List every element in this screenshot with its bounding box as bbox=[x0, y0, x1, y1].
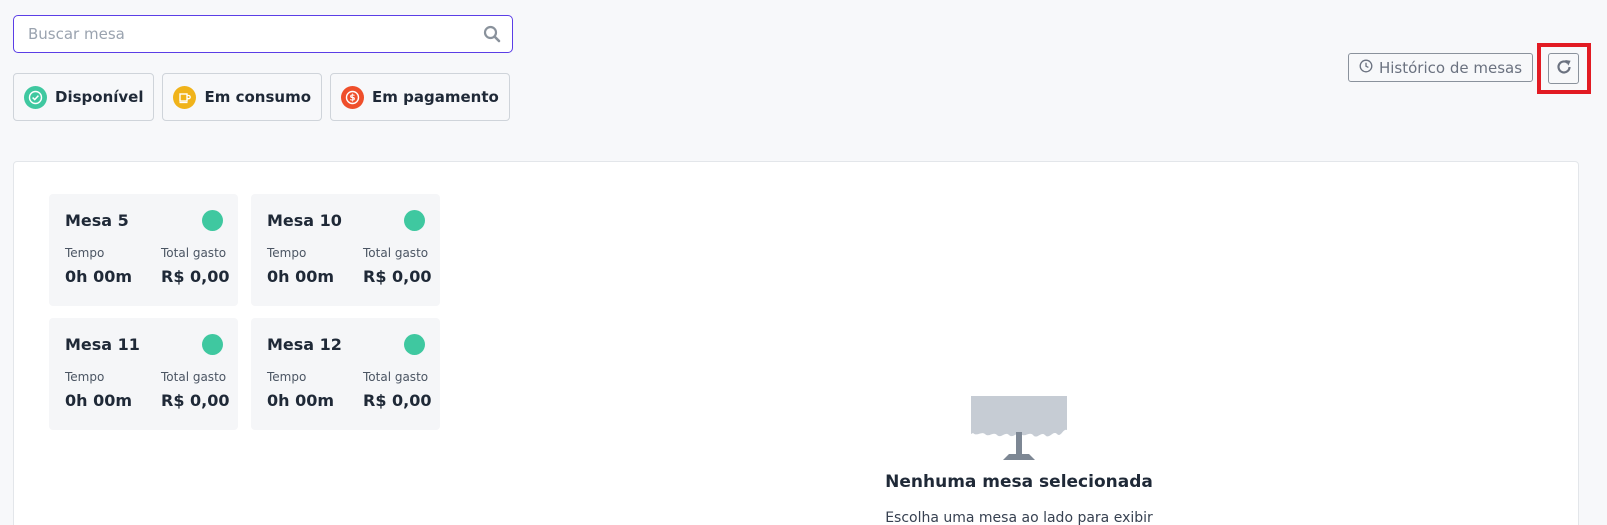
time-value: 0h 00m bbox=[267, 391, 335, 410]
table-name: Mesa 10 bbox=[267, 211, 342, 230]
check-circle-icon bbox=[24, 85, 47, 109]
history-button-label: Histórico de mesas bbox=[1378, 58, 1523, 77]
empty-state-subtitle: Escolha uma mesa ao lado para exibir bbox=[885, 510, 1153, 525]
table-illustration-icon bbox=[969, 396, 1069, 466]
table-card-mesa-12[interactable]: Mesa 12 Tempo Total gasto 0h 00m R$ 0,00 bbox=[251, 318, 440, 430]
table-name: Mesa 11 bbox=[65, 335, 140, 354]
status-dot bbox=[404, 334, 425, 355]
table-name: Mesa 5 bbox=[65, 211, 129, 230]
filter-paying-label: Em pagamento bbox=[372, 88, 499, 106]
spent-label: Total gasto bbox=[161, 246, 227, 260]
coffee-cup-icon bbox=[173, 85, 197, 109]
spent-value: R$ 0,00 bbox=[363, 267, 432, 286]
spent-value: R$ 0,00 bbox=[161, 267, 230, 286]
dollar-icon: $ bbox=[341, 85, 365, 109]
empty-state-title: Nenhuma mesa selecionada bbox=[885, 472, 1153, 492]
refresh-button[interactable] bbox=[1548, 53, 1579, 84]
tables-panel: Mesa 5 Tempo Total gasto 0h 00m R$ 0,00 … bbox=[13, 161, 1579, 525]
status-filters: Disponível Em consumo $ Em pagamento bbox=[13, 73, 510, 121]
status-dot bbox=[202, 210, 223, 231]
time-value: 0h 00m bbox=[267, 267, 335, 286]
history-button[interactable]: Histórico de mesas bbox=[1348, 53, 1533, 82]
empty-state: Nenhuma mesa selecionada Escolha uma mes… bbox=[844, 394, 1194, 525]
svg-text:$: $ bbox=[350, 93, 356, 103]
filter-available-button[interactable]: Disponível bbox=[13, 73, 155, 121]
spent-value: R$ 0,00 bbox=[363, 391, 432, 410]
table-card-mesa-11[interactable]: Mesa 11 Tempo Total gasto 0h 00m R$ 0,00 bbox=[49, 318, 238, 430]
search-input[interactable] bbox=[14, 16, 472, 52]
table-card-mesa-5[interactable]: Mesa 5 Tempo Total gasto 0h 00m R$ 0,00 bbox=[49, 194, 238, 306]
spent-label: Total gasto bbox=[363, 246, 429, 260]
time-label: Tempo bbox=[65, 246, 105, 260]
refresh-icon bbox=[1554, 57, 1574, 81]
search-icon[interactable] bbox=[472, 16, 512, 52]
status-dot bbox=[202, 334, 223, 355]
filter-consuming-button[interactable]: Em consumo bbox=[162, 73, 323, 121]
filter-consuming-label: Em consumo bbox=[204, 88, 312, 106]
filter-paying-button[interactable]: $ Em pagamento bbox=[330, 73, 510, 121]
time-label: Tempo bbox=[65, 370, 105, 384]
time-label: Tempo bbox=[267, 246, 307, 260]
clock-icon bbox=[1359, 59, 1373, 77]
time-value: 0h 00m bbox=[65, 391, 133, 410]
spent-label: Total gasto bbox=[161, 370, 227, 384]
time-label: Tempo bbox=[267, 370, 307, 384]
spent-label: Total gasto bbox=[363, 370, 429, 384]
table-name: Mesa 12 bbox=[267, 335, 342, 354]
filter-available-label: Disponível bbox=[55, 88, 144, 106]
table-card-mesa-10[interactable]: Mesa 10 Tempo Total gasto 0h 00m R$ 0,00 bbox=[251, 194, 440, 306]
spent-value: R$ 0,00 bbox=[161, 391, 230, 410]
search-box[interactable] bbox=[13, 15, 513, 53]
time-value: 0h 00m bbox=[65, 267, 133, 286]
status-dot bbox=[404, 210, 425, 231]
